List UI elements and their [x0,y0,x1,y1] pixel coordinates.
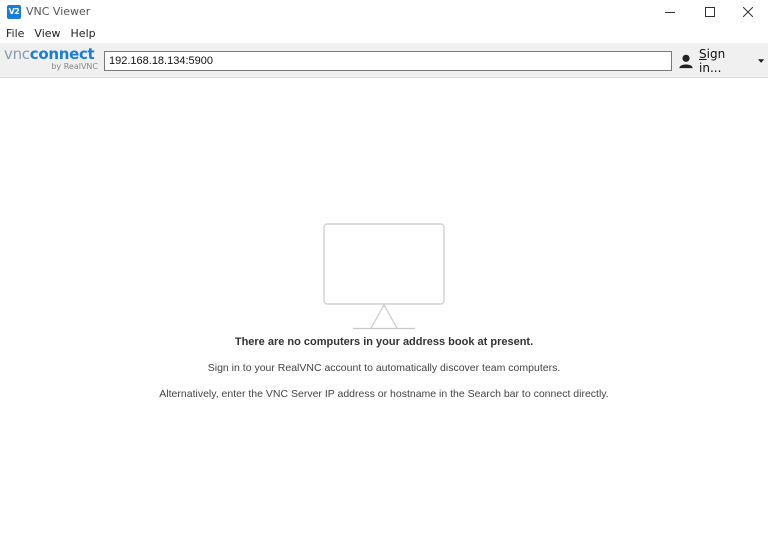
empty-state-signin-hint: Sign in to your RealVNC account to autom… [207,362,561,374]
logo-vnc-text: vnc [4,45,30,63]
logo-connect-text: connect [29,45,95,63]
toolbar: vncconnect by RealVNC Sign in... [0,43,768,78]
title-bar[interactable]: V2 VNC Viewer [0,0,768,24]
sign-in-mnemonic: S [699,47,707,61]
close-icon [743,7,753,17]
maximize-icon [705,7,715,17]
empty-state-search-hint: Alternatively, enter the VNC Server IP a… [159,388,609,400]
close-button[interactable] [726,0,768,24]
menu-view[interactable]: View [28,24,64,43]
menu-help[interactable]: Help [65,24,100,43]
menu-file[interactable]: File [0,24,28,43]
address-search-input[interactable] [104,51,672,71]
vnc-app-icon: V2 [7,5,21,19]
sign-in-label: Sign in... [699,47,746,75]
window-title: VNC Viewer [26,5,91,18]
menu-bar: File View Help [0,24,768,43]
address-book-area: There are no computers in your address b… [0,78,768,547]
logo-wordmark: vncconnect [4,45,95,63]
user-icon [679,54,693,69]
minimize-icon [665,12,675,13]
sign-in-button[interactable]: Sign in... [678,47,764,75]
monitor-icon [323,223,445,330]
vnc-connect-logo: vncconnect by RealVNC [4,46,100,74]
empty-state-title: There are no computers in your address b… [234,336,534,348]
minimize-button[interactable] [648,0,692,24]
vnc-viewer-window: V2 VNC Viewer File View Help vncconnect [0,0,768,547]
chevron-down-icon[interactable] [757,58,764,64]
logo-subtitle: by RealVNC [51,62,98,71]
